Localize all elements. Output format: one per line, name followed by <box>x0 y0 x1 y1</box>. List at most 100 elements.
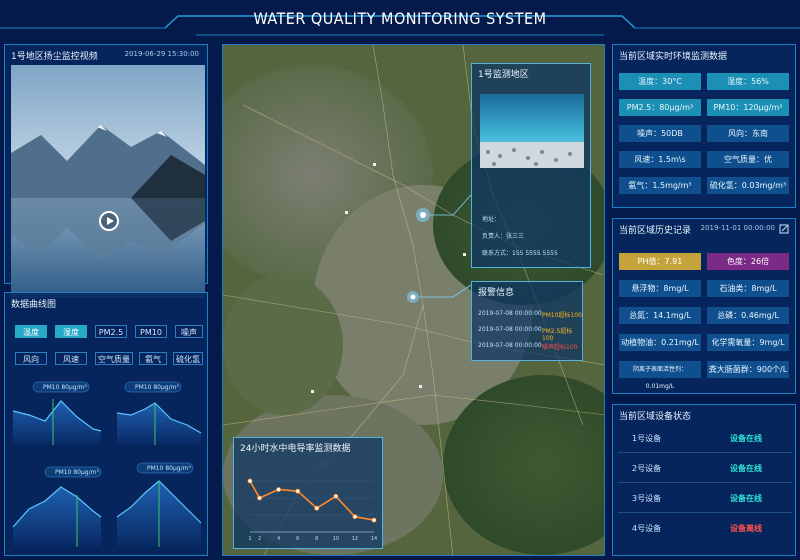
chart-point <box>276 487 282 492</box>
env-item: 风速：1.5m\s <box>619 151 701 168</box>
edit-icon[interactable] <box>779 224 789 234</box>
tag-pm10[interactable]: PM10 <box>135 325 167 338</box>
chart-x-tick-label: 1 <box>248 536 251 542</box>
chart-x-tick-label: 10 <box>333 536 339 542</box>
device-row: 2号设备 设备在线 <box>620 460 790 476</box>
water-photo <box>480 94 584 168</box>
tag-pm25[interactable]: PM2.5 <box>95 325 127 338</box>
area-popup-address: 地址： <box>482 216 501 223</box>
device-name: 1号设备 <box>632 434 662 443</box>
chart-x-tick-label: 12 <box>352 536 358 542</box>
history-panel-title: 当前区域历史记录 <box>619 226 692 236</box>
area-popup-contact-person: 负责人：张三三 <box>482 233 525 240</box>
conductivity-chart-popup: 24小时水中电导率监测数据 1 2 4 6 8 10 12 14 <box>233 437 383 549</box>
tag-temperature[interactable]: 温度 <box>15 325 47 338</box>
tag-hydrogen-sulfide[interactable]: 硫化氢 <box>173 352 203 365</box>
curve-panel-title: 数据曲线图 <box>11 300 57 310</box>
top-bar: WATER QUALITY MONITORING SYSTEM <box>0 0 800 38</box>
alarm-popup-title: 报警信息 <box>478 288 515 298</box>
env-item: 温度：30°C <box>619 73 701 90</box>
alarm-popup: 报警信息 2019-07-08 00:00:00 PM10超标100 2019-… <box>471 281 583 361</box>
env-panel-title: 当前区域实时环境监测数据 <box>619 52 728 62</box>
video-datetime: 2019-06-29 15:30:00 <box>124 50 199 58</box>
alarm-desc-1: PM10超标100 <box>542 312 582 319</box>
device-panel-title: 当前区域设备状态 <box>619 412 692 422</box>
device-status: 设备在线 <box>730 434 762 443</box>
env-item: 湿度：56% <box>707 73 789 90</box>
mini-chart-4 <box>116 462 202 547</box>
history-item: 总磷：0.46mg/L <box>707 307 789 324</box>
play-icon[interactable] <box>99 211 119 231</box>
device-divider <box>618 452 792 453</box>
mini-chart-3 <box>12 466 102 547</box>
device-name: 4号设备 <box>632 524 662 533</box>
env-item: 空气质量：优 <box>707 151 789 168</box>
tag-ammonia[interactable]: 氨气 <box>139 352 167 365</box>
chart-point <box>314 505 320 511</box>
mini-chart-2 <box>116 381 202 445</box>
page-title: WATER QUALITY MONITORING SYSTEM <box>253 9 547 28</box>
mini-tooltip-2: PM10 80μg/m³ <box>135 384 179 391</box>
chart-x-tick-label: 8 <box>315 536 318 542</box>
tag-wind-direction[interactable]: 风向 <box>15 352 47 365</box>
mini-tooltip-3: PM10 80μg/m³ <box>55 469 99 476</box>
area-popup-phone: 联系方式：155 5555 5555 <box>482 250 558 257</box>
chart-series-line <box>249 480 375 521</box>
video-panel: 1号地区扬尘监控视频 2019-06-29 15:30:00 <box>4 44 208 298</box>
video-player[interactable] <box>11 65 205 298</box>
mini-chart-1 <box>12 381 102 445</box>
map-panel[interactable]: 1号监测地区 地址： 负责人：张三三 联系方式：155 5555 5555 报警… <box>222 44 605 556</box>
alarm-time-1: 2019-07-08 00:00:00 <box>478 310 542 317</box>
chart-x-tick-label: 14 <box>371 536 377 542</box>
mini-tooltip-4: PM10 80μg/m³ <box>147 465 191 472</box>
env-panel: 当前区域实时环境监测数据 温度：30°C 湿度：56% PM2.5：80μg/m³ P… <box>612 44 796 208</box>
device-name: 3号设备 <box>632 494 662 503</box>
tag-air-quality[interactable]: 空气质量 <box>95 352 133 365</box>
alarm-time-2: 2019-07-08 00:00:00 <box>478 326 542 333</box>
tag-noise[interactable]: 噪声 <box>175 325 203 338</box>
env-item: 硫化氢：0.03mg/m³ <box>707 177 789 194</box>
area-popup-title: 1号监测地区 <box>478 70 529 80</box>
history-item: 阴离子表面活性剂：0.01mg/L <box>619 361 701 390</box>
conductivity-chart-title: 24小时水中电导率监测数据 <box>240 444 351 454</box>
history-item: 悬浮物：8mg/L <box>619 280 701 297</box>
device-divider <box>618 512 792 513</box>
curve-panel: 数据曲线图 温度 湿度 PM2.5 PM10 噪声 风向 风速 空气质量 氨气 … <box>4 292 208 556</box>
env-item: 氨气：1.5mg/m³ <box>619 177 701 194</box>
device-status: 设备在线 <box>730 494 762 503</box>
mini-tooltip-1: PM10 80μg/m³ <box>43 384 87 391</box>
chart-point <box>371 517 377 523</box>
history-item: PH值：7.91 <box>619 253 701 270</box>
device-status: 设备离线 <box>730 524 762 533</box>
history-item: 总氮：14.1mg/L <box>619 307 701 324</box>
alarm-desc-2: PM2.5超标100 <box>542 328 573 342</box>
device-row: 1号设备 设备在线 <box>620 430 790 446</box>
alarm-time-3: 2019-07-08 00:00:00 <box>478 342 542 349</box>
device-divider <box>618 482 792 483</box>
chart-x-tick-label: 4 <box>277 536 280 542</box>
history-datetime: 2019-11-01 00:00:00 <box>700 224 775 232</box>
history-item: 色度：26倍 <box>707 253 789 270</box>
history-item: 石油类：8mg/L <box>707 280 789 297</box>
chart-x-tick-label: 6 <box>296 536 299 542</box>
chart-x-tick-label: 2 <box>258 536 261 542</box>
tag-wind-speed[interactable]: 风速 <box>55 352 87 365</box>
device-status: 设备在线 <box>730 464 762 473</box>
device-name: 2号设备 <box>632 464 662 473</box>
conductivity-line-chart: 1 2 4 6 8 10 12 14 <box>247 463 377 542</box>
history-item: 动植物油：0.21mg/L <box>619 334 701 351</box>
device-row: 4号设备 设备离线 <box>620 520 790 536</box>
env-item: PM10：120μg/m³ <box>707 99 789 116</box>
env-item: 风向：东南 <box>707 125 789 142</box>
alarm-desc-3: 噪声超标100 <box>542 344 578 351</box>
env-item: 噪声：50DB <box>619 125 701 142</box>
env-item: PM2.5：80μg/m³ <box>619 99 701 116</box>
chart-point <box>295 488 301 494</box>
tag-humidity[interactable]: 湿度 <box>55 325 87 338</box>
chart-point <box>333 493 339 499</box>
history-item: 化学需氧量：9mg/L <box>707 334 789 351</box>
mountain-lake-image <box>11 65 205 298</box>
history-panel: 当前区域历史记录 2019-11-01 00:00:00 PH值：7.91 色度：… <box>612 218 796 394</box>
device-row: 3号设备 设备在线 <box>620 490 790 506</box>
history-item: 粪大肠菌群：900个/L <box>707 361 789 378</box>
